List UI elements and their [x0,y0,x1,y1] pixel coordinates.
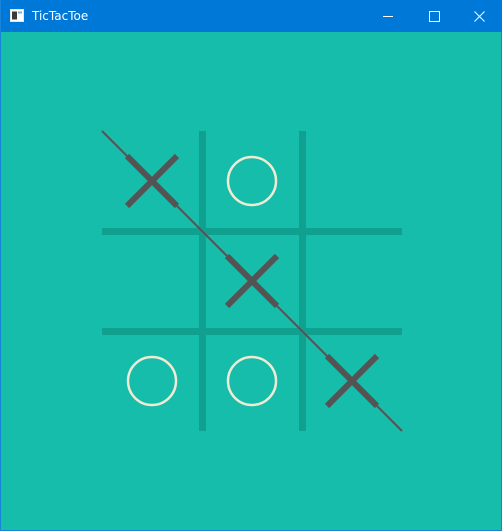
board-cell-2-1[interactable] [202,331,302,431]
board-cell-2-0[interactable] [102,331,202,431]
board-cell-0-2[interactable] [302,131,402,231]
app-window: TicTacToe [0,0,502,531]
board-cell-1-0[interactable] [102,231,202,331]
board-cell-0-1[interactable] [202,131,302,231]
board-cell-1-2[interactable] [302,231,402,331]
game-board[interactable] [1,0,502,531]
